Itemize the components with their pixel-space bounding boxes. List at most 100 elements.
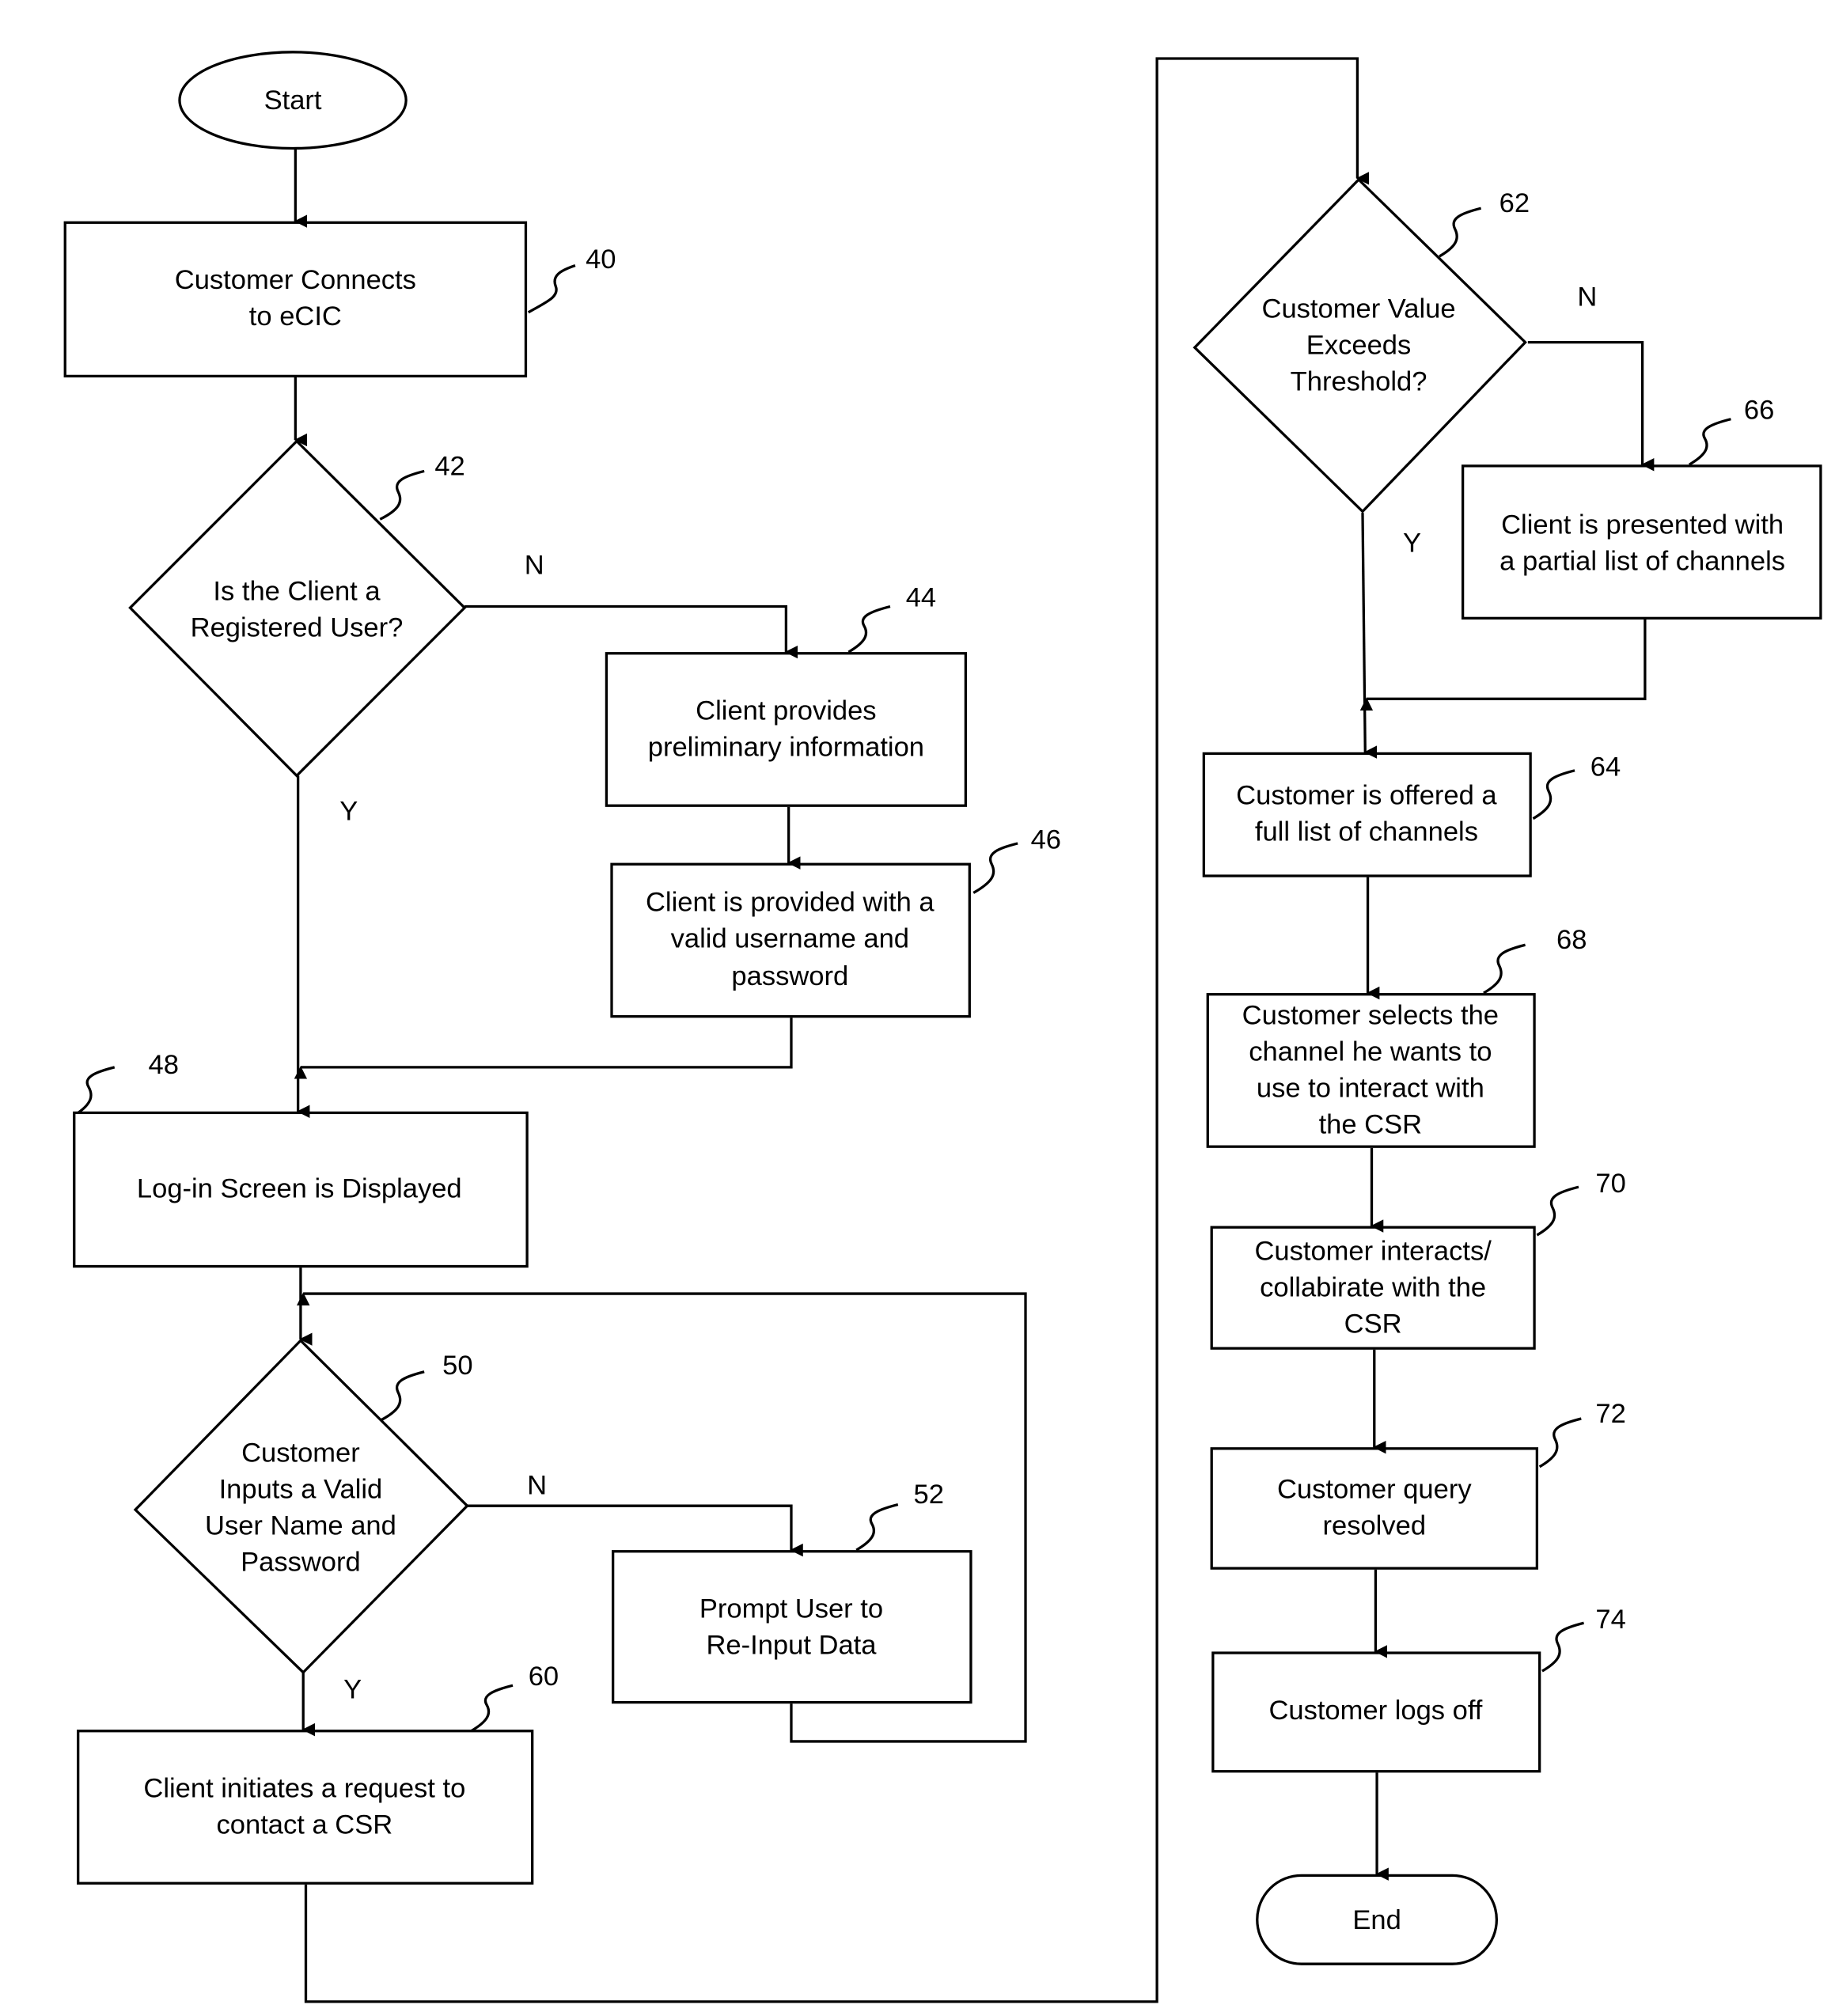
ref-leader-48 <box>77 1066 116 1114</box>
step-40-customer-connects: Customer Connects to eCIC 40 <box>63 221 616 378</box>
step-64-line-2: full list of channels <box>1255 817 1478 847</box>
ref-number-70: 70 <box>1595 1169 1625 1199</box>
ref-number-42: 42 <box>434 451 464 481</box>
decision-50-valid-credentials: Customer Inputs a Valid User Name and Pa… <box>133 1338 473 1675</box>
decision-62-line-1: Customer Value <box>1262 294 1456 324</box>
ref-number-50: 50 <box>442 1351 472 1381</box>
step-72-box <box>1210 1447 1539 1570</box>
start-terminal: Start <box>178 51 408 150</box>
step-52-line-2: Re-Input Data <box>706 1631 877 1661</box>
step-60-box <box>77 1730 534 1885</box>
ref-number-64: 64 <box>1590 752 1621 782</box>
decision-50-diamond <box>133 1338 469 1675</box>
ref-number-46: 46 <box>1031 824 1061 855</box>
step-52-line-1: Prompt User to <box>699 1594 883 1624</box>
step-44-line-1: Client provides <box>696 696 876 726</box>
step-74-logs-off: Customer logs off 74 <box>1211 1605 1626 1773</box>
step-68-select-channel: Customer selects the channel he wants to… <box>1206 925 1587 1148</box>
ref-leader-70 <box>1536 1185 1579 1237</box>
step-60-request-csr: Client initiates a request to contact a … <box>77 1662 559 1885</box>
start-label: Start <box>264 85 322 116</box>
ref-number-72: 72 <box>1595 1399 1625 1429</box>
step-60-line-1: Client initiates a request to <box>143 1774 465 1804</box>
decision-42-diamond <box>128 439 467 778</box>
decision-62-line-2: Exceeds <box>1306 330 1411 360</box>
ref-leader-68 <box>1483 943 1526 995</box>
step-72-line-2: resolved <box>1323 1510 1427 1540</box>
step-70-line-3: CSR <box>1344 1309 1402 1339</box>
step-60-line-2: contact a CSR <box>217 1810 393 1840</box>
ref-number-44: 44 <box>906 583 936 613</box>
step-64-full-list: Customer is offered a full list of chann… <box>1202 752 1621 877</box>
step-48-line-1: Log-in Screen is Displayed <box>137 1173 462 1203</box>
step-40-line-2: to eCIC <box>249 301 342 332</box>
ref-leader-66 <box>1688 418 1731 466</box>
step-72-line-1: Customer query <box>1277 1474 1472 1504</box>
step-40-box <box>63 221 528 378</box>
end-label: End <box>1352 1905 1401 1935</box>
step-68-line-2: channel he wants to <box>1249 1037 1492 1067</box>
ref-leader-46 <box>972 842 1018 894</box>
decision-42-line-1: Is the Client a <box>213 576 381 606</box>
ref-number-60: 60 <box>529 1662 559 1692</box>
decision-62-value-threshold: Customer Value Exceeds Threshold? 62 <box>1192 177 1530 513</box>
decision-50-line-4: Password <box>241 1547 361 1577</box>
step-68-line-1: Customer selects the <box>1242 1001 1499 1031</box>
branch-42-yes-label: Y <box>339 796 358 826</box>
step-66-box <box>1461 464 1822 620</box>
flowchart: Start Customer Connects to eCIC 40 Is th… <box>63 51 1822 2003</box>
ref-leader-50 <box>381 1370 425 1422</box>
ref-number-74: 74 <box>1595 1605 1625 1635</box>
step-40-line-1: Customer Connects <box>175 265 416 295</box>
decision-62-line-3: Threshold? <box>1291 366 1427 396</box>
step-64-box <box>1202 752 1532 877</box>
arrow-50-no-to-52 <box>467 1504 803 1557</box>
arrow-46-to-48-merge <box>294 1017 793 1079</box>
step-70-line-1: Customer interacts/ <box>1254 1236 1492 1266</box>
ref-number-48: 48 <box>148 1050 178 1080</box>
step-68-line-4: the CSR <box>1319 1110 1423 1140</box>
arrow-66-to-64-merge <box>1359 619 1647 711</box>
ref-leader-74 <box>1541 1621 1584 1673</box>
step-46-username-password: Client is provided with a valid username… <box>610 824 1061 1018</box>
step-70-line-2: collabirate with the <box>1260 1272 1486 1302</box>
ref-leader-64 <box>1532 769 1575 820</box>
decision-42-registered-user: Is the Client a Registered User? 42 <box>128 439 467 778</box>
ref-leader-42 <box>379 469 425 521</box>
arrow-62-no-to-66 <box>1527 340 1655 472</box>
decision-50-line-3: User Name and <box>205 1510 396 1540</box>
step-68-line-3: use to interact with <box>1257 1074 1484 1104</box>
ref-number-66: 66 <box>1744 396 1774 426</box>
decision-42-line-2: Registered User? <box>191 612 404 642</box>
branch-62-yes-label: Y <box>1403 528 1421 558</box>
ref-number-40: 40 <box>586 244 616 275</box>
step-66-line-1: Client is presented with <box>1501 510 1784 540</box>
ref-leader-40 <box>527 264 576 314</box>
step-64-line-1: Customer is offered a <box>1236 781 1497 811</box>
arrow-62-yes-to-64 <box>1361 513 1378 759</box>
step-46-line-1: Client is provided with a <box>646 887 935 917</box>
step-70-interact-csr: Customer interacts/ collabirate with the… <box>1210 1169 1626 1350</box>
step-66-line-2: a partial list of channels <box>1499 546 1785 576</box>
ref-number-62: 62 <box>1499 188 1530 218</box>
branch-50-yes-label: Y <box>343 1675 362 1705</box>
ref-number-68: 68 <box>1556 925 1587 955</box>
step-46-line-3: password <box>731 961 848 991</box>
ref-leader-72 <box>1538 1417 1582 1468</box>
arrow-42-no-to-44 <box>464 604 798 659</box>
step-44-box <box>605 652 967 807</box>
ref-leader-44 <box>847 604 891 654</box>
decision-50-line-1: Customer <box>241 1438 360 1468</box>
step-44-line-2: preliminary information <box>648 733 924 763</box>
branch-50-no-label: N <box>527 1470 547 1500</box>
step-52-box <box>612 1550 972 1704</box>
branch-42-no-label: N <box>525 550 544 580</box>
decision-50-line-2: Inputs a Valid <box>219 1474 383 1504</box>
ref-leader-52 <box>855 1503 899 1552</box>
step-72-query-resolved: Customer query resolved 72 <box>1210 1399 1626 1570</box>
ref-number-52: 52 <box>914 1480 944 1510</box>
end-terminal: End <box>1256 1874 1499 1965</box>
ref-leader-62 <box>1439 207 1482 258</box>
branch-62-no-label: N <box>1577 282 1597 313</box>
step-74-line-1: Customer logs off <box>1268 1696 1482 1726</box>
